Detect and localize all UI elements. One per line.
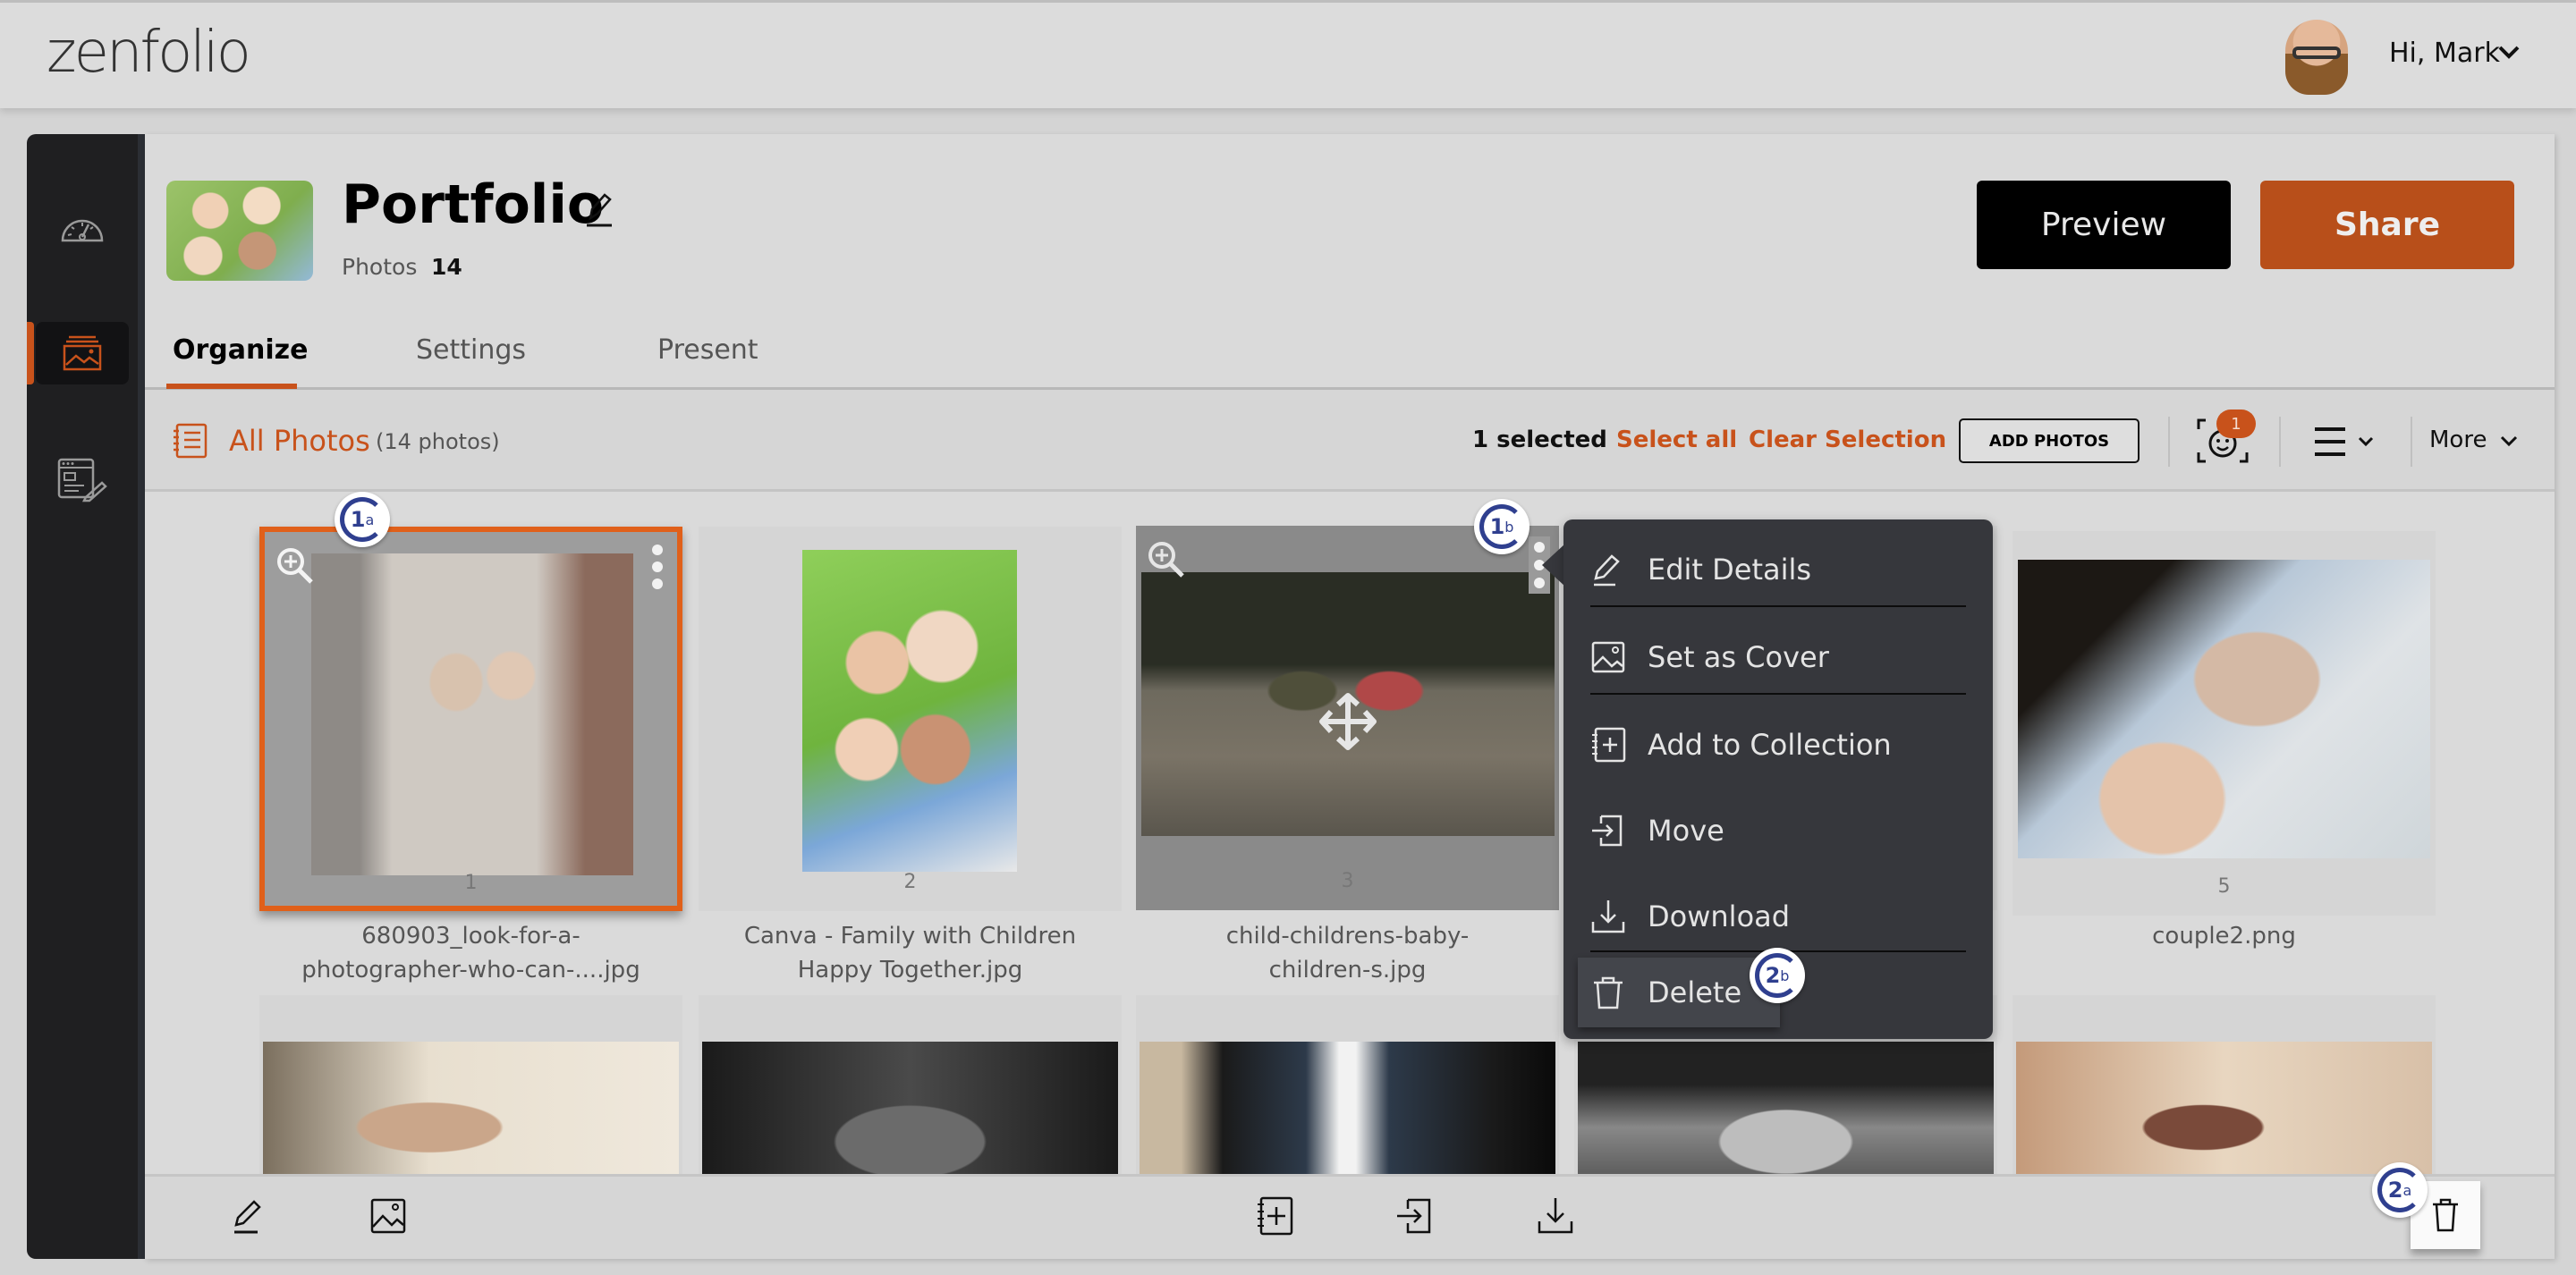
photo-tile-7[interactable] xyxy=(699,995,1122,1174)
toolbar-divider xyxy=(2279,417,2281,467)
menu-divider xyxy=(1590,605,1966,607)
photo-filename: 680903_look-for-a-photographer-who-can-.… xyxy=(301,923,640,984)
photo-index: 2 xyxy=(903,871,917,893)
step-badge-1a: 1a xyxy=(335,492,390,547)
avatar[interactable] xyxy=(2285,20,2348,95)
photo-tile-2[interactable]: 2 xyxy=(699,527,1122,911)
photo-thumbnail[interactable] xyxy=(311,553,633,875)
page-title: Portfolio xyxy=(342,173,605,236)
photo-thumbnail[interactable] xyxy=(2016,1042,2432,1174)
trash-icon xyxy=(1594,976,1623,1009)
menu-item-download[interactable]: Download xyxy=(1590,875,1966,958)
step-badge-1b: 1b xyxy=(1474,499,1530,554)
share-button[interactable]: Share xyxy=(2260,181,2514,269)
menu-item-label: Edit Details xyxy=(1648,553,1812,587)
speedometer-icon xyxy=(61,219,104,242)
add-photos-button[interactable]: ADD PHOTOS xyxy=(1959,418,2140,463)
menu-item-set-as-cover[interactable]: Set as Cover xyxy=(1590,616,1966,698)
edit-pencil-icon[interactable] xyxy=(229,1195,268,1237)
photo-thumbnail[interactable] xyxy=(1578,1042,1994,1174)
all-photos-count: (14 photos) xyxy=(376,429,500,454)
photo-toolbar xyxy=(145,390,2555,492)
toolbar-divider xyxy=(2411,417,2412,467)
add-collection-icon[interactable] xyxy=(1256,1195,1295,1237)
all-photos-link[interactable]: All Photos xyxy=(229,424,370,458)
menu-divider xyxy=(1590,693,1966,695)
sidebar-item-photos[interactable] xyxy=(27,322,129,384)
photo-filename: Canva - Family with Children Happy Togeth… xyxy=(743,923,1077,984)
selected-count: 1 selected xyxy=(1472,426,1607,453)
photo-thumbnail[interactable] xyxy=(1140,1042,1555,1174)
photo-tile-1[interactable]: 1 xyxy=(259,527,682,911)
tab-present[interactable]: Present xyxy=(657,334,758,366)
menu-item-label: Set as Cover xyxy=(1648,640,1829,674)
sidebar-item-website-editor[interactable] xyxy=(27,449,138,511)
download-icon[interactable] xyxy=(1536,1195,1575,1237)
download-icon xyxy=(1591,900,1625,933)
image-icon xyxy=(1591,641,1625,673)
album-cover-thumbnail xyxy=(166,181,313,281)
collection-list-icon xyxy=(174,423,208,459)
tab-settings[interactable]: Settings xyxy=(416,334,526,366)
move-icon xyxy=(1592,815,1623,847)
photo-thumbnail[interactable] xyxy=(2018,560,2430,858)
photo-tile-5[interactable]: 5 xyxy=(2012,531,2436,916)
add-collection-icon xyxy=(1592,727,1626,763)
bulk-action-bar xyxy=(145,1174,2555,1259)
image-stack-icon xyxy=(63,335,102,371)
menu-item-label: Move xyxy=(1648,814,1724,848)
active-tab-indicator xyxy=(166,384,297,389)
menu-item-label: Add to Collection xyxy=(1648,728,1892,762)
zoom-in-icon[interactable] xyxy=(275,546,315,586)
face-count-badge: 1 xyxy=(2216,410,2256,438)
more-label: More xyxy=(2429,426,2487,453)
photo-index: 1 xyxy=(464,872,478,894)
photo-tile-8[interactable] xyxy=(1136,995,1559,1174)
sidebar xyxy=(27,134,145,1259)
more-menu-button[interactable]: More xyxy=(2429,426,2487,453)
step-badge-2b: 2b xyxy=(1750,948,1805,1003)
menu-item-edit-details[interactable]: Edit Details xyxy=(1590,528,1966,611)
select-all-link[interactable]: Select all xyxy=(1616,426,1737,453)
trash-icon xyxy=(2433,1198,2458,1232)
view-options-icon[interactable] xyxy=(2313,424,2385,460)
photo-filename: couple2.png xyxy=(2152,923,2296,950)
edit-title-pencil-icon[interactable] xyxy=(583,190,615,229)
photos-count-label: Photos xyxy=(342,254,418,280)
photo-thumbnail[interactable] xyxy=(802,550,1017,872)
clear-selection-link[interactable]: Clear Selection xyxy=(1749,426,1946,453)
photo-tile-10[interactable] xyxy=(2012,995,2436,1174)
photo-thumbnail[interactable] xyxy=(263,1042,679,1174)
menu-pointer xyxy=(1542,544,1565,587)
menu-item-label: Delete xyxy=(1648,975,1742,1009)
pencil-icon xyxy=(1594,554,1620,587)
move-icon[interactable] xyxy=(1395,1195,1435,1237)
photo-index: 5 xyxy=(2217,875,2231,898)
menu-item-move[interactable]: Move xyxy=(1590,789,1966,872)
photo-index: 3 xyxy=(1341,870,1354,892)
photo-options-icon[interactable] xyxy=(650,545,665,589)
menu-item-label: Download xyxy=(1648,899,1791,933)
menu-item-add-to-collection[interactable]: Add to Collection xyxy=(1590,704,1966,786)
avatar-glasses xyxy=(2292,46,2341,59)
tab-organize[interactable]: Organize xyxy=(173,334,308,366)
zenfolio-logo[interactable]: zenfolio xyxy=(47,20,251,86)
user-greeting[interactable]: Hi, Mark xyxy=(2389,38,2500,69)
photo-thumbnail[interactable] xyxy=(702,1042,1118,1174)
photo-tile-3[interactable]: 3 xyxy=(1136,526,1559,910)
chevron-down-icon[interactable] xyxy=(2497,45,2521,61)
photo-filename: child-childrens-baby-children-s.jpg xyxy=(1225,923,1470,984)
drag-move-icon[interactable] xyxy=(1318,692,1377,751)
zoom-in-icon[interactable] xyxy=(1147,540,1186,579)
web-edit-icon xyxy=(57,458,107,502)
chevron-down-icon[interactable] xyxy=(2499,435,2519,449)
top-header xyxy=(0,0,2576,108)
preview-button[interactable]: Preview xyxy=(1977,181,2231,269)
step-badge-2a: 2a xyxy=(2372,1162,2428,1218)
toolbar-divider xyxy=(2168,417,2170,467)
photo-tile-6[interactable] xyxy=(259,995,682,1174)
photos-count-value: 14 xyxy=(431,254,462,280)
set-cover-image-icon[interactable] xyxy=(369,1195,408,1237)
sidebar-item-dashboard[interactable] xyxy=(27,195,138,258)
